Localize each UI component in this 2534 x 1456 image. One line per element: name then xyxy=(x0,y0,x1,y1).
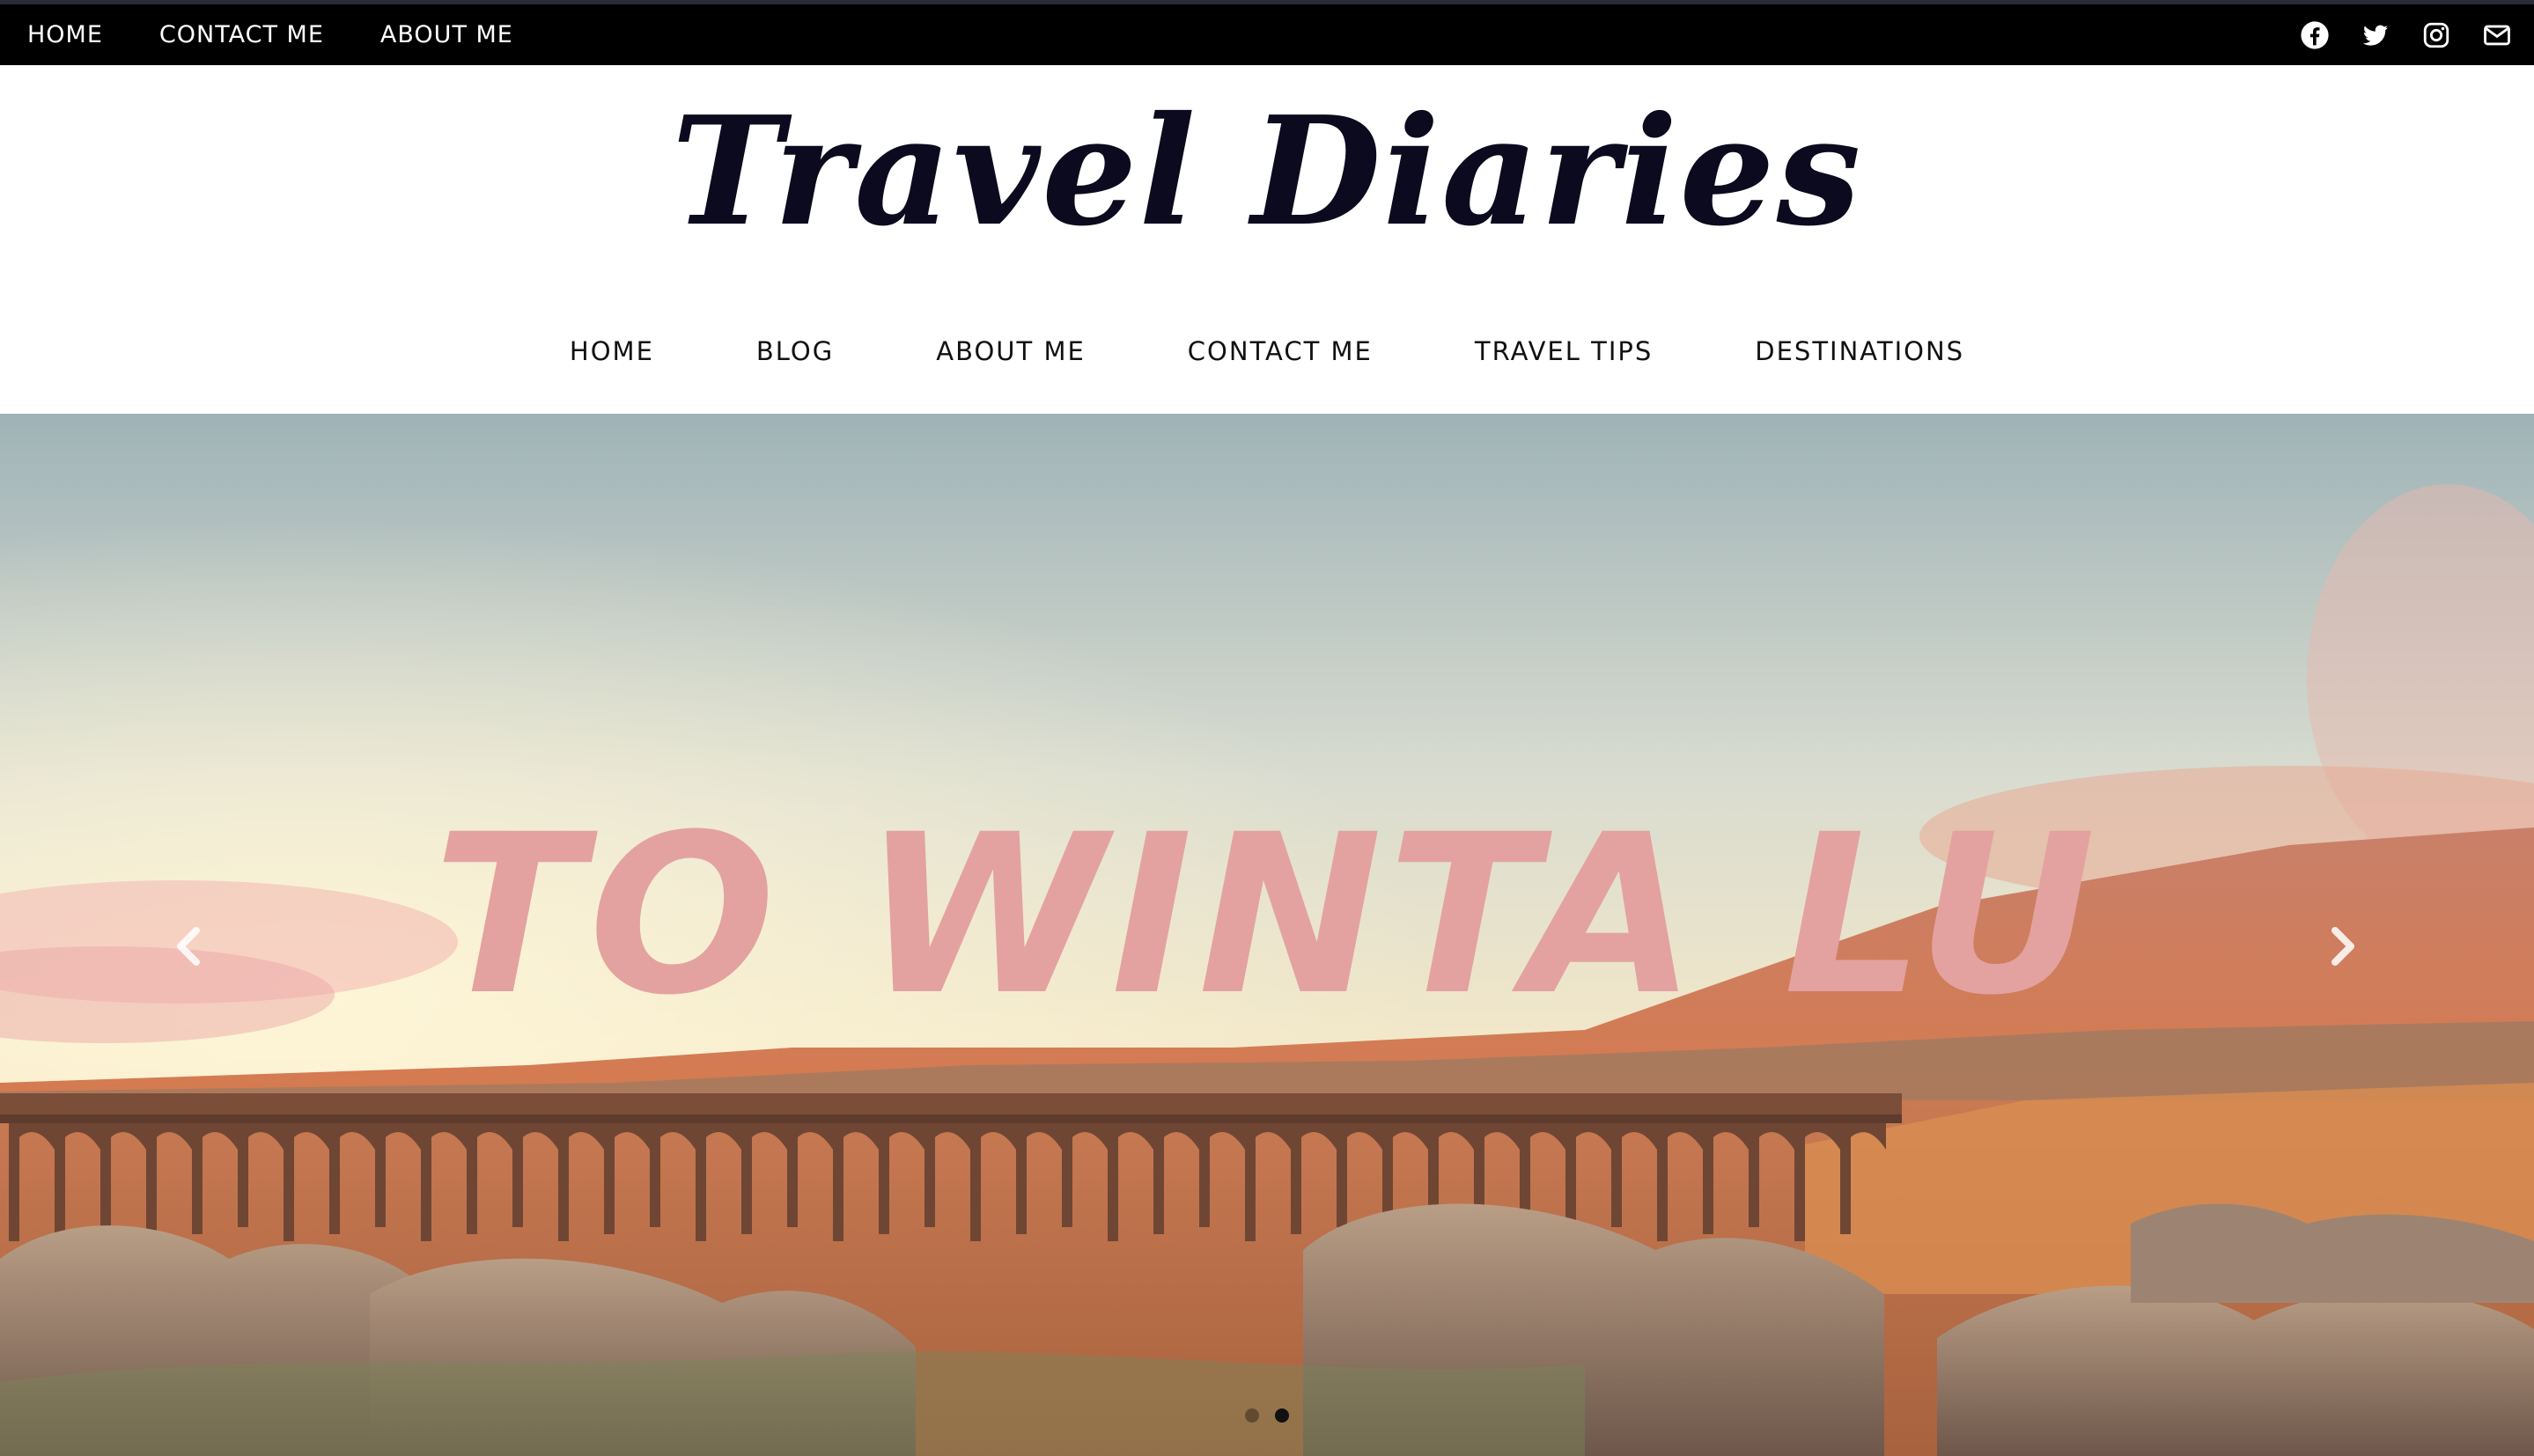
main-nav-travel-tips[interactable]: TRAVEL TIPS xyxy=(1475,336,1653,366)
slider-dots xyxy=(0,1408,2534,1423)
twitter-icon[interactable] xyxy=(2360,19,2391,51)
main-nav-home[interactable]: HOME xyxy=(570,336,654,366)
hero-slider: TO WINTA LU xyxy=(0,414,2534,1456)
top-nav-about-link[interactable]: ABOUT ME xyxy=(380,21,513,48)
instagram-icon[interactable] xyxy=(2420,19,2452,51)
main-nav: HOME BLOG ABOUT ME CONTACT ME TRAVEL TIP… xyxy=(0,329,2534,373)
slider-dot-2[interactable] xyxy=(1275,1408,1289,1423)
facebook-icon[interactable] xyxy=(2299,19,2331,51)
main-nav-contact[interactable]: CONTACT ME xyxy=(1188,336,1373,366)
top-nav-contact-link[interactable]: CONTACT ME xyxy=(159,21,324,48)
hero-caption: TO WINTA LU xyxy=(432,787,2102,1043)
main-nav-destinations[interactable]: DESTINATIONS xyxy=(1755,336,1964,366)
chevron-left-icon[interactable] xyxy=(163,920,216,973)
chevron-right-icon[interactable] xyxy=(2316,920,2368,973)
top-nav-home-link[interactable]: HOME xyxy=(27,21,103,48)
email-icon[interactable] xyxy=(2481,19,2513,51)
slider-dot-1[interactable] xyxy=(1245,1408,1259,1423)
top-nav: HOME CONTACT ME ABOUT ME xyxy=(27,4,570,65)
site-header: Travel Diaries HOME BLOG ABOUT ME CONTAC… xyxy=(0,65,2534,414)
main-nav-blog[interactable]: BLOG xyxy=(756,336,834,366)
top-bar: HOME CONTACT ME ABOUT ME xyxy=(0,0,2534,65)
site-title[interactable]: Travel Diaries xyxy=(0,70,2534,273)
social-links xyxy=(2270,4,2513,65)
main-nav-about[interactable]: ABOUT ME xyxy=(936,336,1086,366)
